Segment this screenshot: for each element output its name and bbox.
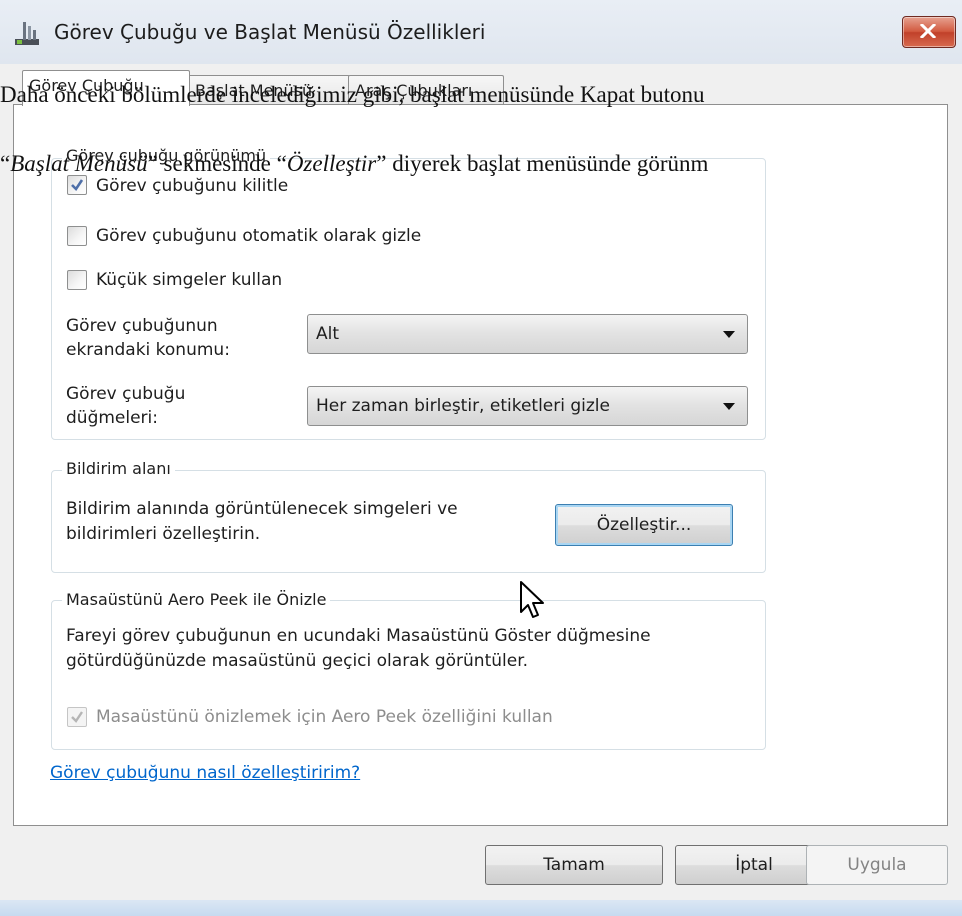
taskbar-app-icon	[15, 22, 39, 45]
title-bar: Görev Çubuğu ve Başlat Menüsü Özellikler…	[0, 0, 962, 64]
checkmark-icon	[71, 711, 83, 723]
aero-peek-group	[51, 600, 766, 750]
taskbar-buttons-dropdown[interactable]: Her zaman birleştir, etiketleri gizle	[307, 386, 748, 426]
window-bottom-frame	[0, 900, 962, 916]
taskbar-location-value: Alt	[316, 324, 340, 344]
small-icons-label: Küçük simgeler kullan	[96, 270, 283, 290]
mouse-pointer-icon	[520, 581, 544, 618]
checkmark-icon	[71, 179, 84, 192]
taskbar-buttons-label-line2: düğmeleri:	[66, 408, 158, 428]
overlay-text-line2: “Başlat Menüsü” sekmesinde “Özelleştir” …	[0, 151, 709, 176]
dropdown-arrow-icon	[723, 331, 735, 338]
aero-peek-title: Masaüstünü Aero Peek ile Önizle	[62, 590, 331, 609]
aero-peek-checkbox-label: Masaüstünü önizlemek için Aero Peek özel…	[96, 707, 553, 727]
lock-taskbar-label: Görev çubuğunu kilitle	[96, 176, 289, 196]
ok-button[interactable]: Tamam	[485, 845, 663, 885]
dropdown-arrow-icon	[723, 403, 735, 410]
aero-peek-desc-line2: götürdüğünüzde masaüstünü geçici olarak …	[66, 651, 529, 671]
taskbar-location-label-line2: ekrandaki konumu:	[66, 340, 230, 360]
aero-peek-desc-line1: Fareyi görev çubuğunun en ucundaki Masaü…	[66, 626, 651, 646]
notification-area-desc-line1: Bildirim alanında görüntülenecek simgele…	[66, 499, 458, 519]
window-title: Görev Çubuğu ve Başlat Menüsü Özellikler…	[54, 20, 486, 44]
taskbar-buttons-value: Her zaman birleştir, etiketleri gizle	[316, 396, 610, 416]
autohide-taskbar-label: Görev çubuğunu otomatik olarak gizle	[96, 226, 422, 246]
taskbar-buttons-label-line1: Görev çubuğu	[66, 384, 186, 404]
autohide-taskbar-checkbox[interactable]	[67, 226, 87, 246]
taskbar-location-label-line1: Görev çubuğunun	[66, 316, 218, 336]
small-icons-checkbox[interactable]	[67, 270, 87, 290]
overlay-text-line1: Daha önceki bölümlerde incelediğimiz gib…	[0, 82, 705, 107]
aero-peek-checkbox[interactable]	[67, 707, 87, 727]
help-link[interactable]: Görev çubuğunu nasıl özelleştiririm?	[50, 763, 360, 783]
notification-area-title: Bildirim alanı	[62, 459, 175, 478]
close-button[interactable]	[902, 16, 956, 48]
notification-area-desc-line2: bildirimleri özelleştirin.	[66, 524, 261, 544]
apply-button[interactable]: Uygula	[806, 845, 948, 885]
taskbar-location-dropdown[interactable]: Alt	[307, 314, 748, 354]
lock-taskbar-checkbox[interactable]	[67, 175, 87, 195]
customize-notifications-button[interactable]: Özelleştir...	[555, 504, 733, 546]
close-x-icon	[920, 24, 936, 38]
